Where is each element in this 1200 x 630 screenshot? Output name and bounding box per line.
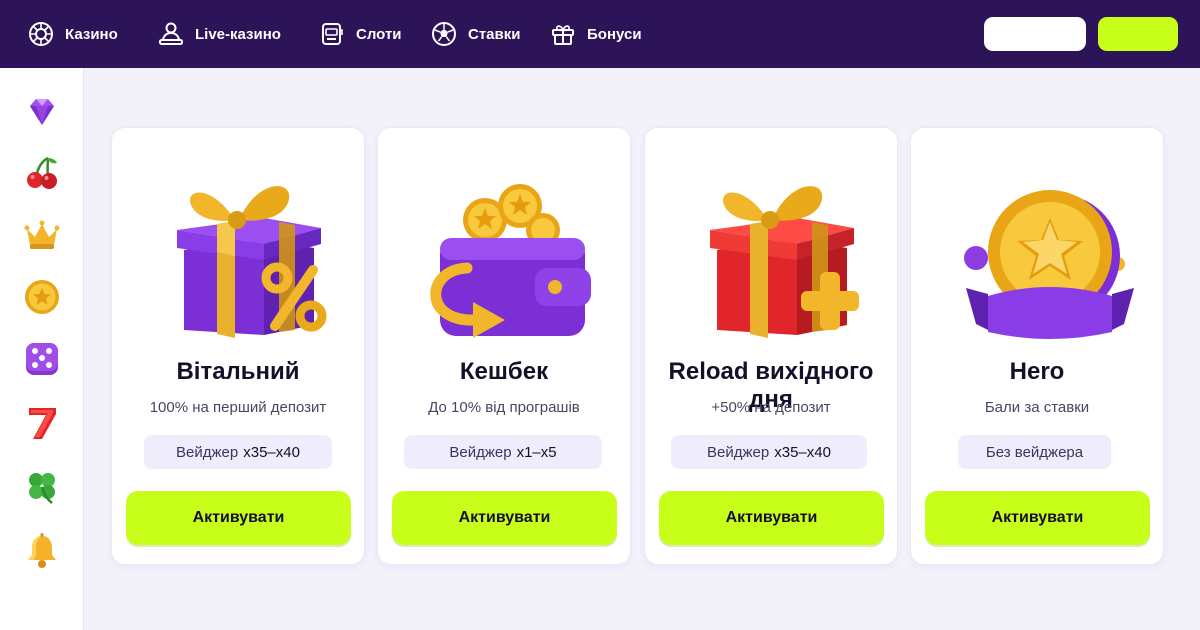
red-gift-plus-icon bbox=[672, 160, 872, 340]
activate-button[interactable]: Активувати bbox=[392, 491, 617, 545]
nav-item-slots[interactable]: Слоти bbox=[318, 0, 402, 68]
login-button[interactable] bbox=[984, 17, 1086, 51]
nav-label-casino: Казино bbox=[65, 25, 118, 43]
wager-label: Вейджер bbox=[707, 443, 770, 461]
wager-badge: Вейджер x35–x40 bbox=[671, 435, 867, 469]
wager-label: Вейджер bbox=[176, 443, 239, 461]
clover-icon bbox=[22, 467, 62, 512]
activate-button[interactable]: Активувати bbox=[925, 491, 1150, 545]
activate-button[interactable]: Активувати bbox=[126, 491, 351, 545]
game-category-sidebar bbox=[0, 68, 84, 630]
wager-value: x35–x40 bbox=[774, 443, 831, 461]
sidebar-item-cherry[interactable] bbox=[20, 153, 64, 197]
nav-item-bonuses[interactable]: Бонуси bbox=[549, 0, 642, 68]
card-title: Hero bbox=[1009, 358, 1065, 385]
card-title: Вітальний bbox=[176, 358, 300, 385]
nav-label-slots: Слоти bbox=[356, 25, 402, 43]
sidebar-item-dice[interactable] bbox=[20, 339, 64, 383]
wager-badge: Вейджер x1–x5 bbox=[404, 435, 602, 469]
sidebar-item-clover[interactable] bbox=[20, 467, 64, 511]
card-subtitle: +50% на депозит bbox=[711, 399, 831, 416]
card-subtitle: 100% на перший депозит bbox=[149, 399, 327, 416]
sidebar-item-star-coin[interactable] bbox=[20, 277, 64, 321]
nav-item-casino[interactable]: Казино bbox=[27, 0, 118, 68]
seven-icon bbox=[22, 403, 62, 448]
slot-machine-icon bbox=[318, 20, 346, 48]
cherry-icon bbox=[22, 153, 62, 198]
bonus-card-cashback: Кешбек До 10% від програшів Вейджер x1–x… bbox=[377, 127, 631, 565]
nav-label-bonuses: Бонуси bbox=[587, 25, 642, 43]
card-title: Кешбек bbox=[459, 358, 549, 385]
nav-item-live-casino[interactable]: Live-казино bbox=[157, 0, 281, 68]
top-navigation-bar: Казино Live-казино Слоти Ставки Бонуси bbox=[0, 0, 1200, 68]
diamond-icon bbox=[22, 92, 62, 137]
wager-value: x1–x5 bbox=[516, 443, 557, 461]
nav-label-bets: Ставки bbox=[468, 25, 521, 43]
sidebar-item-seven[interactable] bbox=[20, 403, 64, 447]
wager-badge: Без вейджера bbox=[958, 435, 1111, 469]
gold-star-coin-icon bbox=[938, 160, 1138, 340]
dice-icon bbox=[22, 339, 62, 384]
register-button[interactable] bbox=[1098, 17, 1178, 51]
bonus-card-welcome: Вітальний 100% на перший депозит Вейджер… bbox=[111, 127, 365, 565]
gift-icon bbox=[549, 20, 577, 48]
bell-icon bbox=[22, 531, 62, 576]
nav-label-live-casino: Live-казино bbox=[195, 25, 281, 43]
sidebar-item-bell[interactable] bbox=[20, 531, 64, 575]
dealer-icon bbox=[157, 20, 185, 48]
roulette-icon bbox=[27, 20, 55, 48]
wager-value: x35–x40 bbox=[243, 443, 300, 461]
soccer-ball-icon bbox=[430, 20, 458, 48]
card-subtitle: До 10% від програшів bbox=[428, 399, 580, 416]
crown-icon bbox=[22, 215, 62, 260]
activate-button[interactable]: Активувати bbox=[659, 491, 884, 545]
card-subtitle: Бали за ставки bbox=[984, 399, 1090, 416]
nav-item-bets[interactable]: Ставки bbox=[430, 0, 520, 68]
sidebar-item-diamond[interactable] bbox=[20, 92, 64, 136]
wallet-coins-icon bbox=[405, 160, 605, 340]
sidebar-item-crown[interactable] bbox=[20, 215, 64, 259]
bonus-card-weekend-reload: Reload вихідного дня +50% на депозит Вей… bbox=[644, 127, 898, 565]
star-coin-icon bbox=[22, 277, 62, 322]
wager-label: Вейджер bbox=[449, 443, 512, 461]
bonus-card-hero: Hero Бали за ставки Без вейджера Активув… bbox=[910, 127, 1164, 565]
wager-label: Без вейджера bbox=[985, 443, 1084, 461]
wager-badge: Вейджер x35–x40 bbox=[144, 435, 332, 469]
purple-gift-percent-icon bbox=[139, 160, 339, 340]
